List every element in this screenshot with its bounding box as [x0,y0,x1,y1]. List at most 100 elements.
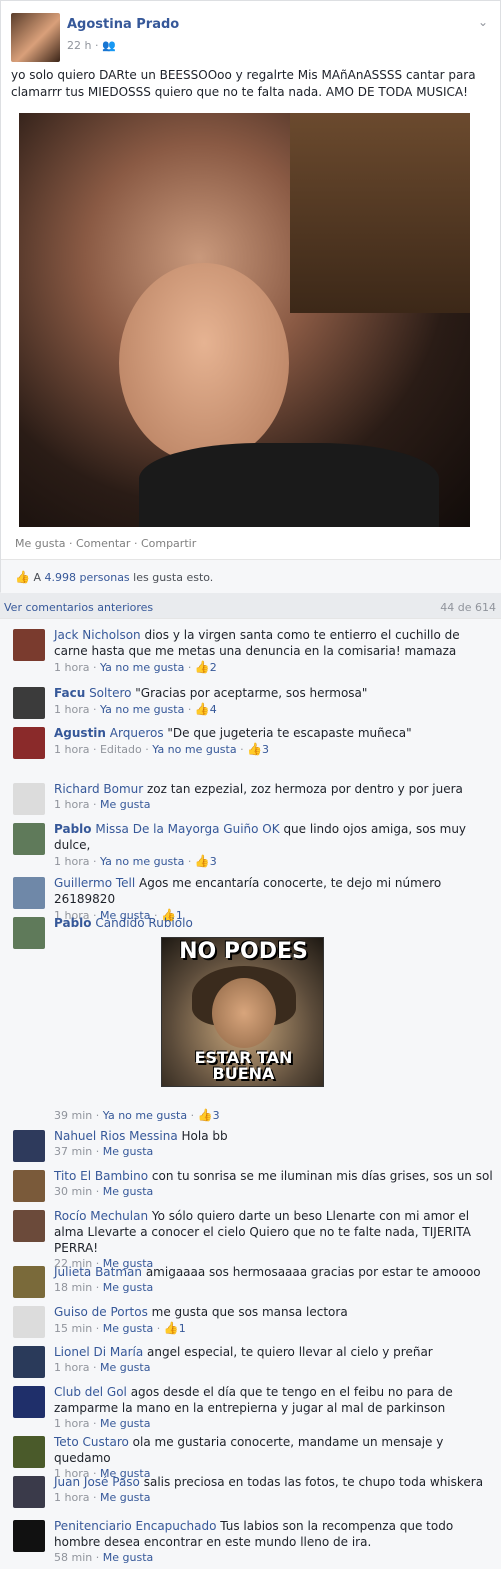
like-comment-button[interactable]: Me gusta [103,1322,154,1335]
comment-avatar[interactable] [13,1130,45,1162]
comment-avatar[interactable] [13,1476,45,1508]
comment-time[interactable]: 18 min [54,1281,92,1294]
commenter-name[interactable]: Juan José Paso [54,1475,140,1489]
comment-button[interactable]: Comentar [76,537,130,550]
comment-body: Lionel Di María angel especial, te quier… [54,1344,494,1376]
commenter-name[interactable]: Richard Bomur [54,782,143,796]
commenter-name[interactable]: Jack Nicholson [54,628,141,642]
commenter-name[interactable]: Guillermo Tell [54,876,135,890]
unlike-comment-button[interactable]: Ya no me gusta [100,703,184,716]
unlike-comment-button[interactable]: Ya no me gusta [103,1109,187,1122]
comment-time[interactable]: 39 min [54,1109,92,1122]
comment-time[interactable]: 1 hora [54,661,89,674]
comment-avatar[interactable] [13,1436,45,1468]
comment-time[interactable]: 30 min [54,1185,92,1198]
edited-label[interactable]: Editado [100,743,142,756]
unlike-comment-button[interactable]: Ya no me gusta [100,855,184,868]
comment-text-line: Julieta Batman amigaaaa sos hermosaaaa g… [54,1264,494,1280]
comment-text-line: Juan José Paso salis preciosa en todas l… [54,1474,494,1490]
comment-avatar[interactable] [13,783,45,815]
comment-body: Julieta Batman amigaaaa sos hermosaaaa g… [54,1264,494,1296]
commenter-name[interactable]: Pablo [54,822,92,836]
comment-time[interactable]: 1 hora [54,855,89,868]
unlike-comment-button[interactable]: Ya no me gusta [100,661,184,674]
like-comment-button[interactable]: Me gusta [103,1551,154,1564]
comment-text-line: Club del Gol agos desde el día que te te… [54,1384,494,1416]
comment-avatar[interactable] [13,917,45,949]
like-comment-button[interactable]: Me gusta [100,798,151,811]
commenter-name[interactable]: Nahuel Rios Messina [54,1129,178,1143]
comment-avatar[interactable] [13,1170,45,1202]
comment-text-line: Pablo Missa De la Mayorga Guiño OK que l… [54,821,494,853]
comment-text: angel especial, te quiero llevar al ciel… [143,1345,433,1359]
like-comment-button[interactable]: Me gusta [100,1361,151,1374]
comment-avatar[interactable] [13,1210,45,1242]
comment-time[interactable]: 1 hora [54,1361,89,1374]
comment-avatar[interactable] [13,629,45,661]
comment-like-count[interactable]: 3 [262,743,269,756]
commenter-name-rest[interactable]: Candido Rubiolo [92,916,192,930]
comment-avatar[interactable] [13,1346,45,1378]
view-previous-comments-link[interactable]: Ver comentarios anteriores [4,601,153,614]
comment-time[interactable]: 37 min [54,1145,92,1158]
comment-time[interactable]: 58 min [54,1551,92,1564]
commenter-name[interactable]: Tito El Bambino [54,1169,148,1183]
comment-meta: 1 hora · Editado · Ya no me gusta · 👍3 [54,742,270,756]
comment-avatar[interactable] [13,1520,45,1552]
comment-like-count[interactable]: 4 [210,703,217,716]
like-comment-button[interactable]: Me gusta [100,1491,151,1504]
commenter-name-rest[interactable]: Soltero [85,686,131,700]
comment-meta: 15 min · Me gusta · 👍1 [54,1321,186,1335]
comment-meta: 1 hora · Me gusta [54,798,151,811]
comment-avatar[interactable] [13,877,45,909]
comment-avatar[interactable] [13,1306,45,1338]
author-name[interactable]: Agostina Prado [67,17,179,32]
chevron-down-icon[interactable]: ⌄ [478,15,488,29]
author-avatar[interactable] [11,13,60,62]
post-actions: Me gusta · Comentar · Compartir [15,537,197,550]
post-time[interactable]: 22 h [67,39,91,52]
comment-avatar[interactable] [13,1386,45,1418]
comment-meta: 1 hora · Me gusta [54,1417,151,1430]
comment-time[interactable]: 1 hora [54,703,89,716]
commenter-name[interactable]: Facu [54,686,85,700]
meme-image[interactable]: NO PODES ESTAR TAN BUENA [161,937,324,1087]
comment-like-count[interactable]: 3 [213,1109,220,1122]
comment-text-line: Teto Custaro ola me gustaria conocerte, … [54,1434,494,1466]
comment-avatar[interactable] [13,687,45,719]
comment-time[interactable]: 1 hora [54,1417,89,1430]
comment-avatar[interactable] [13,727,45,759]
share-button[interactable]: Compartir [141,537,196,550]
commenter-name[interactable]: Teto Custaro [54,1435,129,1449]
comment-text: me gusta que sos mansa lectora [147,1305,348,1319]
like-comment-button[interactable]: Me gusta [100,1417,151,1430]
comment-time[interactable]: 15 min [54,1322,92,1335]
commenter-name[interactable]: Pablo [54,916,92,930]
commenter-name[interactable]: Agustin [54,726,106,740]
commenter-name[interactable]: Lionel Di María [54,1345,143,1359]
comment-avatar[interactable] [13,823,45,855]
commenter-name-rest[interactable]: Missa De la Mayorga Guiño OK [92,822,279,836]
commenter-name[interactable]: Rocío Mechulan [54,1209,148,1223]
commenter-name-rest[interactable]: Arqueros [106,726,164,740]
post-photo[interactable] [19,113,470,527]
unlike-comment-button[interactable]: Ya no me gusta [152,743,236,756]
commenter-name[interactable]: Julieta Batman [54,1265,142,1279]
comment-like-count[interactable]: 3 [210,855,217,868]
comment-text-line: Pablo Candido Rubiolo [54,915,494,931]
commenter-name[interactable]: Club del Gol [54,1385,127,1399]
like-comment-button[interactable]: Me gusta [103,1145,154,1158]
like-button[interactable]: Me gusta [15,537,66,550]
like-comment-button[interactable]: Me gusta [103,1281,154,1294]
like-comment-button[interactable]: Me gusta [103,1185,154,1198]
comment-time[interactable]: 1 hora [54,1491,89,1504]
comment-time[interactable]: 1 hora [54,798,89,811]
comment-meta: 37 min · Me gusta [54,1145,154,1158]
comment-time[interactable]: 1 hora [54,743,89,756]
likes-count[interactable]: 4.998 [44,571,76,584]
commenter-name[interactable]: Guiso de Portos [54,1305,148,1319]
comment-like-count[interactable]: 1 [179,1322,186,1335]
comment-like-count[interactable]: 2 [210,661,217,674]
commenter-name[interactable]: Penitenciario Encapuchado [54,1519,216,1533]
comment-avatar[interactable] [13,1266,45,1298]
